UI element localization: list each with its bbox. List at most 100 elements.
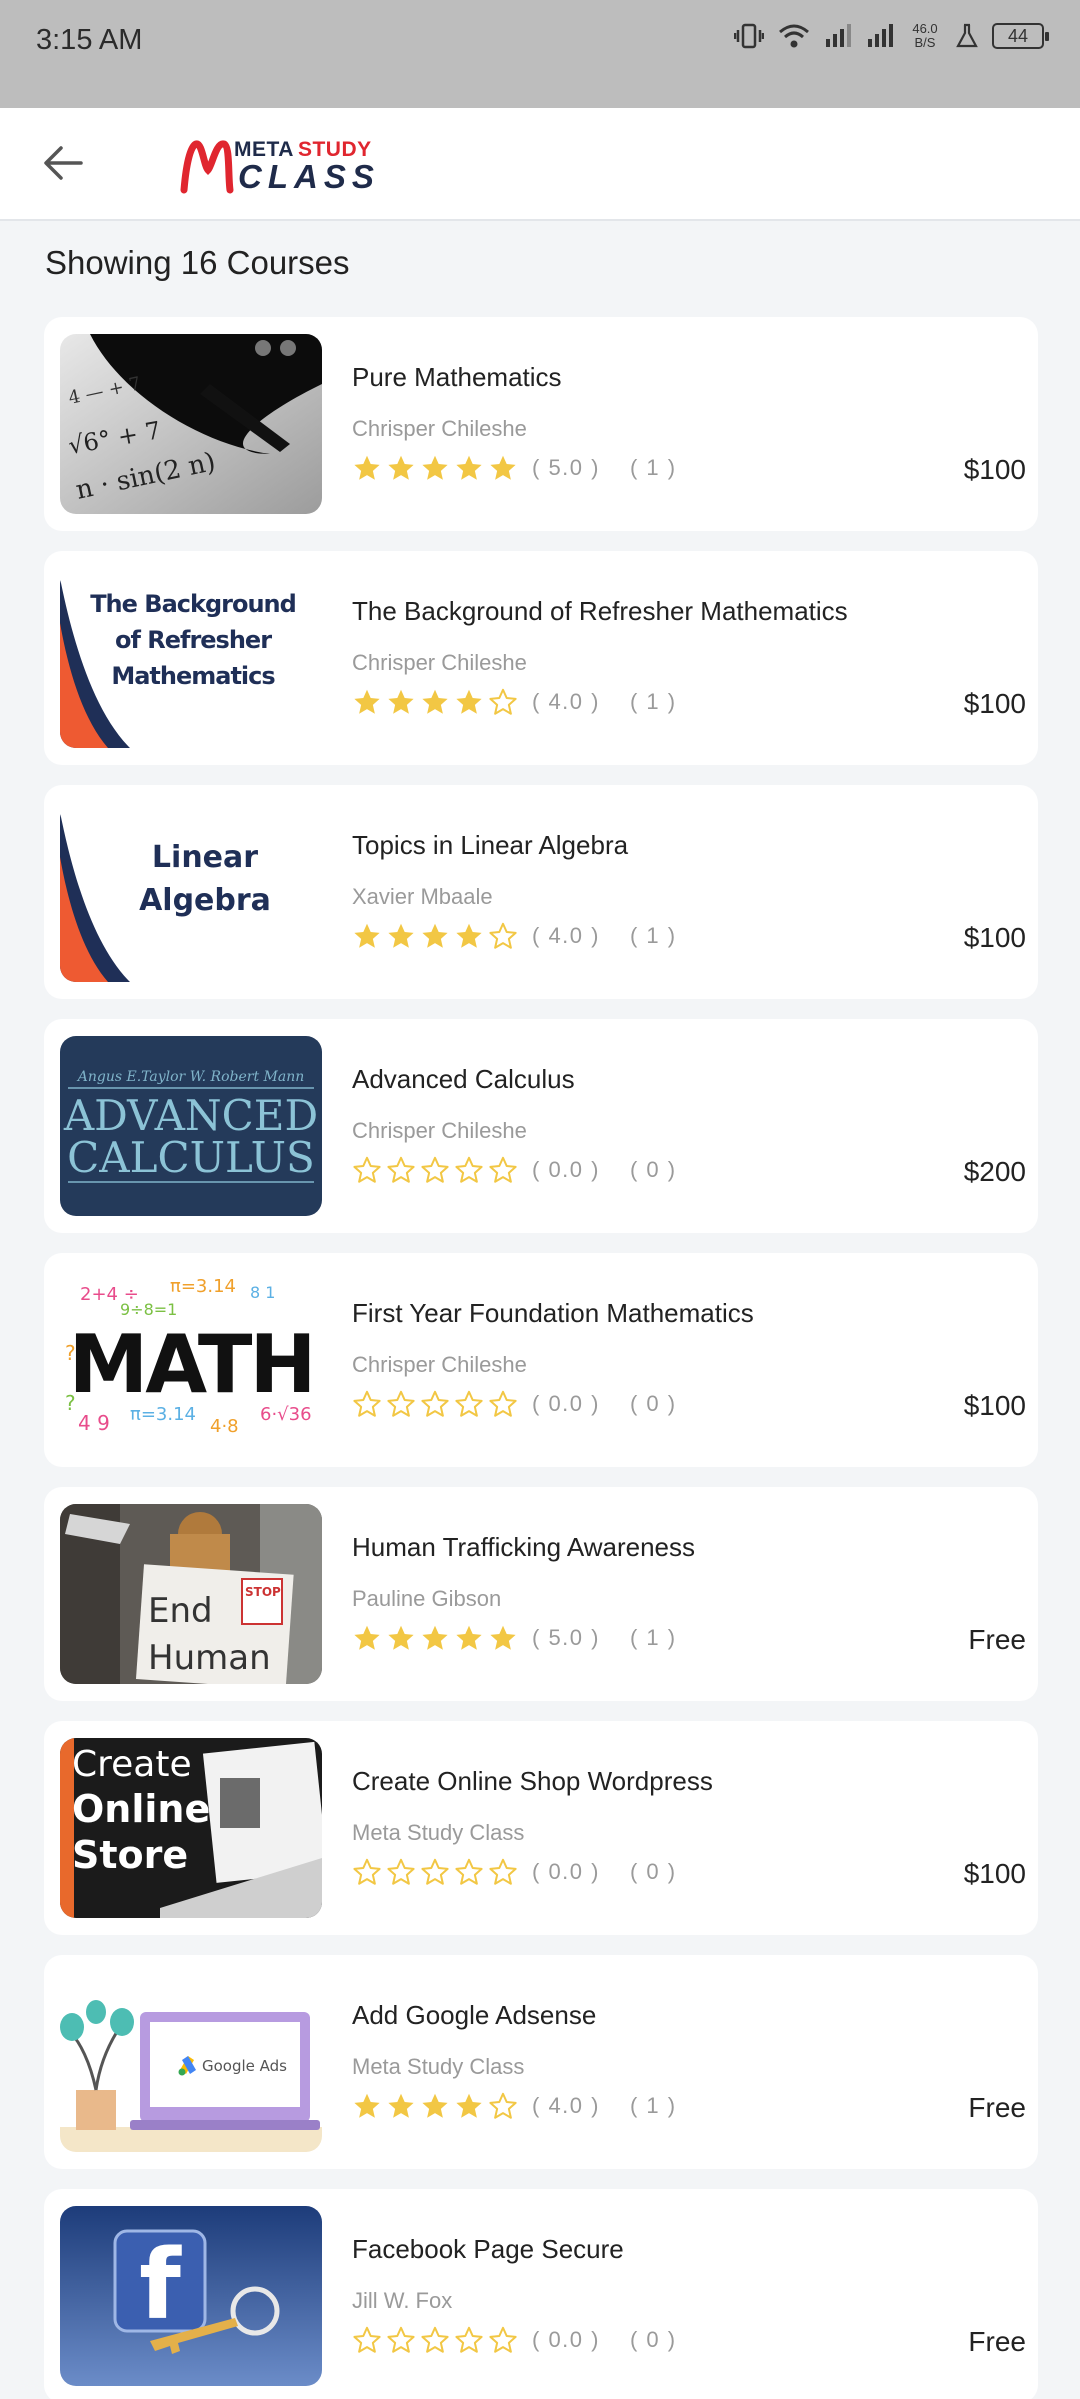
rating-stars bbox=[352, 2091, 518, 2121]
star-empty-icon bbox=[353, 1858, 381, 1885]
course-author: Chrisper Chileshe bbox=[352, 416, 527, 441]
back-button[interactable] bbox=[28, 128, 98, 198]
course-price: $100 bbox=[963, 1858, 1026, 1889]
star-empty-icon bbox=[387, 1858, 415, 1885]
course-card[interactable]: The Background of Refresher Mathematics … bbox=[44, 551, 1038, 765]
rating-score: ( 4.0 ) bbox=[532, 923, 600, 948]
rating-score: ( 5.0 ) bbox=[532, 1625, 600, 1650]
course-title[interactable]: Topics in Linear Algebra bbox=[352, 830, 628, 861]
course-thumbnail[interactable]: 2+4 ÷ π=3.14 8 1 9÷8=1 MATH 4 9 π=3.14 4… bbox=[60, 1270, 322, 1450]
star-filled-icon bbox=[422, 923, 448, 948]
star-empty-icon bbox=[489, 688, 517, 715]
course-title[interactable]: Add Google Adsense bbox=[352, 2000, 596, 2031]
star-empty-icon bbox=[455, 2326, 483, 2353]
rating-count: ( 1 ) bbox=[629, 689, 677, 714]
course-card[interactable]: Create Online Store Create Online Shop W… bbox=[44, 1721, 1038, 1935]
status-bar: 3:15 AM 46.0 B/S 44 bbox=[0, 0, 1080, 108]
star-empty-icon bbox=[387, 1156, 415, 1183]
course-thumbnail[interactable]: Google Ads bbox=[60, 1972, 322, 2152]
course-rating: ( 0.0 ) ( 0 ) bbox=[352, 1389, 677, 1419]
net-speed: 46.0 B/S bbox=[908, 22, 942, 50]
star-filled-icon bbox=[354, 455, 380, 480]
rating-count: ( 1 ) bbox=[629, 455, 677, 480]
thumbnail-text: Angus E.Taylor W. Robert Mann bbox=[76, 1069, 305, 1085]
course-price: Free bbox=[968, 2092, 1026, 2123]
svg-text:?: ? bbox=[65, 1341, 76, 1365]
star-filled-icon bbox=[388, 455, 414, 480]
status-icons: 46.0 B/S 44 bbox=[734, 22, 1049, 50]
course-author: Meta Study Class bbox=[352, 2054, 525, 2079]
star-empty-icon bbox=[421, 1858, 449, 1885]
course-title[interactable]: Facebook Page Secure bbox=[352, 2234, 624, 2265]
refresher-thumbnail: The Background of Refresher Mathematics bbox=[60, 568, 322, 748]
course-rating: ( 5.0 ) ( 1 ) bbox=[352, 453, 677, 483]
star-filled-icon bbox=[354, 2093, 380, 2118]
rating-score: ( 4.0 ) bbox=[532, 689, 600, 714]
course-title[interactable]: Human Trafficking Awareness bbox=[352, 1532, 695, 1563]
course-price: $100 bbox=[963, 688, 1026, 719]
rating-score: ( 4.0 ) bbox=[532, 2093, 600, 2118]
rating-score: ( 5.0 ) bbox=[532, 455, 600, 480]
star-empty-icon bbox=[387, 1390, 415, 1417]
course-price: Free bbox=[968, 1624, 1026, 1655]
rating-count: ( 0 ) bbox=[629, 1391, 677, 1416]
course-card[interactable]: Linear Algebra Topics in Linear Algebra X… bbox=[44, 785, 1038, 999]
course-rating: ( 4.0 ) ( 1 ) bbox=[352, 2091, 677, 2121]
course-thumbnail[interactable]: f bbox=[60, 2206, 322, 2386]
star-filled-icon bbox=[422, 1625, 448, 1650]
thumbnail-text: Online bbox=[72, 1787, 210, 1831]
star-filled-icon bbox=[354, 1625, 380, 1650]
svg-text:6·√36: 6·√36 bbox=[260, 1404, 312, 1425]
course-title[interactable]: First Year Foundation Mathematics bbox=[352, 1298, 754, 1329]
course-thumbnail[interactable]: Angus E.Taylor W. Robert Mann ADVANCED C… bbox=[60, 1036, 322, 1216]
course-card[interactable]: √6° + 7 n · sin(2 n) 4 — + 7 Pure Mathem… bbox=[44, 317, 1038, 531]
star-filled-icon bbox=[490, 455, 516, 480]
thumbnail-text: MATH bbox=[69, 1318, 314, 1411]
thumbnail-text: of Refresher bbox=[115, 626, 272, 654]
course-card[interactable]: End Human STOP Human Trafficking Awarene… bbox=[44, 1487, 1038, 1701]
course-card[interactable]: 2+4 ÷ π=3.14 8 1 9÷8=1 MATH 4 9 π=3.14 4… bbox=[44, 1253, 1038, 1467]
course-rating: ( 0.0 ) ( 0 ) bbox=[352, 2325, 677, 2355]
star-empty-icon bbox=[421, 2326, 449, 2353]
course-rating: ( 0.0 ) ( 0 ) bbox=[352, 1155, 677, 1185]
thumbnail-text: f bbox=[139, 2229, 182, 2341]
rating-score: ( 0.0 ) bbox=[532, 1157, 600, 1182]
course-thumbnail[interactable]: √6° + 7 n · sin(2 n) 4 — + 7 bbox=[60, 334, 322, 514]
course-thumbnail[interactable]: The Background of Refresher Mathematics bbox=[60, 568, 322, 748]
star-filled-icon bbox=[354, 689, 380, 714]
star-filled-icon bbox=[490, 1625, 516, 1650]
battery-level: 44 bbox=[1007, 25, 1029, 46]
course-thumbnail[interactable]: Linear Algebra bbox=[60, 802, 322, 982]
rating-stars bbox=[352, 453, 518, 483]
course-card[interactable]: Angus E.Taylor W. Robert Mann ADVANCED C… bbox=[44, 1019, 1038, 1233]
course-thumbnail[interactable]: Create Online Store bbox=[60, 1738, 322, 1918]
course-author: Meta Study Class bbox=[352, 1820, 525, 1845]
star-filled-icon bbox=[422, 2093, 448, 2118]
course-title[interactable]: Create Online Shop Wordpress bbox=[352, 1766, 713, 1797]
net-speed-value: 46.0 bbox=[912, 21, 938, 36]
math-thumbnail: 2+4 ÷ π=3.14 8 1 9÷8=1 MATH 4 9 π=3.14 4… bbox=[60, 1270, 322, 1450]
course-thumbnail[interactable]: End Human STOP bbox=[60, 1504, 322, 1684]
advanced-calculus-thumbnail: Angus E.Taylor W. Robert Mann ADVANCED C… bbox=[60, 1036, 322, 1216]
star-empty-icon bbox=[489, 1390, 517, 1417]
star-filled-icon bbox=[456, 455, 482, 480]
rating-count: ( 0 ) bbox=[629, 2327, 677, 2352]
course-title[interactable]: Pure Mathematics bbox=[352, 362, 562, 393]
svg-text:4 9: 4 9 bbox=[78, 1411, 110, 1435]
star-empty-icon bbox=[353, 1390, 381, 1417]
course-card[interactable]: f Facebook Page Secure Jill W. Fox ( 0.0 )… bbox=[44, 2189, 1038, 2399]
star-empty-icon bbox=[421, 1156, 449, 1183]
course-title[interactable]: Advanced Calculus bbox=[352, 1064, 575, 1095]
star-empty-icon bbox=[489, 2326, 517, 2353]
star-filled-icon bbox=[456, 2093, 482, 2118]
course-price: Free bbox=[968, 2326, 1026, 2357]
thumbnail-text: CALCULUS bbox=[67, 1133, 315, 1182]
course-title[interactable]: The Background of Refresher Mathematics bbox=[352, 596, 848, 627]
course-card[interactable]: Google Ads Add Google Adsense Meta Study … bbox=[44, 1955, 1038, 2169]
google-adsense-thumbnail: Google Ads bbox=[60, 1972, 322, 2152]
thumbnail-text: The Background bbox=[90, 590, 296, 618]
rating-count: ( 1 ) bbox=[629, 2093, 677, 2118]
logo-word-class: CLASS bbox=[238, 158, 380, 195]
logo-m-icon bbox=[180, 140, 234, 194]
svg-text:9÷8=1: 9÷8=1 bbox=[120, 1300, 177, 1319]
